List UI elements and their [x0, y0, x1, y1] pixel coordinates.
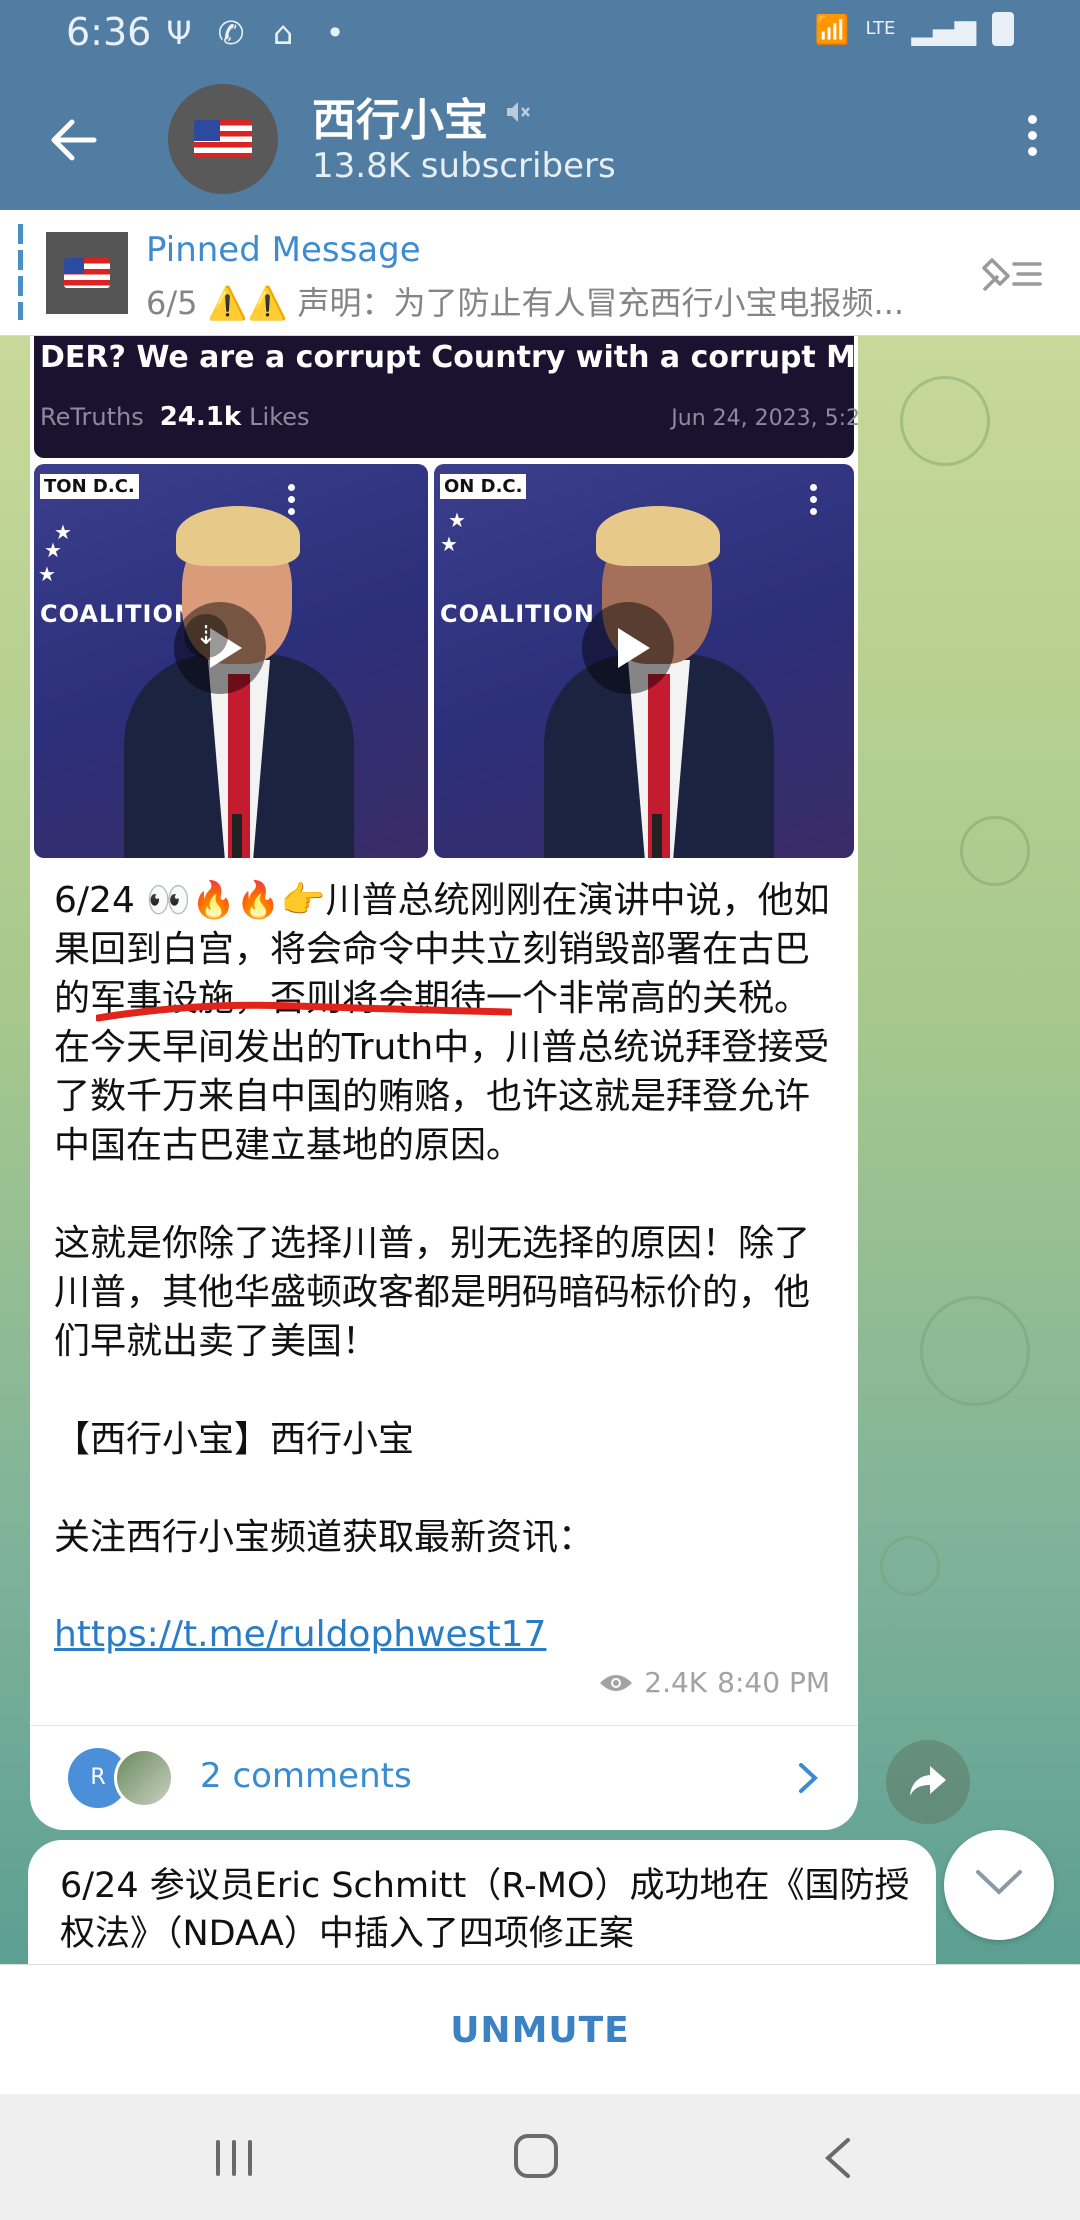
- likes-label: Likes: [249, 403, 310, 431]
- us-flag-icon: [64, 258, 110, 288]
- channel-link[interactable]: https://t.me/ruldophwest17: [54, 1614, 546, 1655]
- share-button[interactable]: [886, 1740, 970, 1824]
- pinned-message-bar[interactable]: Pinned Message 6/5 ⚠️⚠️ 声明：为了防止有人冒充西行小宝电…: [0, 210, 1080, 336]
- back-chevron-icon[interactable]: [822, 2136, 852, 2180]
- status-bar: 6:36 Ψ ✆ ⌂ • 📶 LTE ▂▄▆: [0, 0, 1080, 70]
- background-doodle: [960, 816, 1030, 886]
- commenter-avatar: [114, 1748, 174, 1808]
- chat-area[interactable]: DER? We are a corrupt Country with a cor…: [0, 336, 1080, 1964]
- play-icon[interactable]: [582, 602, 674, 694]
- retruths-label: ReTruths: [40, 403, 144, 431]
- views-eye-icon: [600, 1674, 633, 1691]
- video-more-icon[interactable]: [288, 484, 296, 520]
- home-icon[interactable]: [514, 2134, 558, 2178]
- share-arrow-icon: [910, 1766, 946, 1796]
- subscriber-count: 13.8K subscribers: [312, 146, 616, 186]
- bottom-action-bar: UNMUTE: [0, 1964, 1080, 2094]
- home-app-icon: ⌂: [272, 14, 294, 52]
- battery-icon: [992, 12, 1014, 46]
- comments-button[interactable]: R 2 comments: [30, 1725, 858, 1830]
- chevron-right-icon: [799, 1763, 818, 1793]
- us-flag-icon: [194, 120, 252, 158]
- message-bubble[interactable]: DER? We are a corrupt Country with a cor…: [30, 336, 858, 1830]
- tweet-screenshot-image[interactable]: DER? We are a corrupt Country with a cor…: [34, 336, 858, 458]
- chat-header: 西行小宝 13.8K subscribers: [0, 70, 1080, 210]
- whatsapp-icon: ✆: [217, 14, 245, 52]
- muted-speaker-icon: [507, 102, 530, 122]
- channel-title[interactable]: 西行小宝: [312, 84, 488, 148]
- download-icon[interactable]: ⇣: [184, 614, 228, 658]
- video-banner-text: ON D.C.: [440, 474, 527, 499]
- back-arrow-icon[interactable]: [44, 110, 104, 170]
- more-options-icon[interactable]: [1024, 110, 1040, 170]
- video-thumbnail-1[interactable]: TON D.C. ★ ★ ★ COALITION ⇣: [34, 464, 428, 858]
- status-right: 📶 LTE ▂▄▆: [815, 12, 1014, 46]
- status-time: 6:36: [66, 10, 152, 54]
- pinned-indicator: [18, 224, 23, 320]
- notification-icons: Ψ ✆ ⌂ •: [160, 14, 354, 52]
- red-underline-annotation: [96, 1001, 512, 1022]
- tweet-text: DER? We are a corrupt Country with a cor…: [40, 340, 858, 375]
- star-icon: ★: [44, 538, 62, 562]
- recent-apps-icon[interactable]: [212, 2138, 256, 2178]
- channel-avatar[interactable]: [168, 84, 278, 194]
- signal-icon: ▂▄▆: [911, 12, 976, 46]
- unmute-button[interactable]: UNMUTE: [0, 1965, 1080, 2095]
- next-message-text: 6/24 参议员Eric Schmitt（R-MO）成功地在《国防授权法》（ND…: [60, 1866, 910, 1954]
- pin-list-icon[interactable]: [978, 252, 1044, 296]
- next-message-bubble[interactable]: 6/24 参议员Eric Schmitt（R-MO）成功地在《国防授权法》（ND…: [28, 1840, 936, 1964]
- message-time: 8:40 PM: [717, 1666, 830, 1699]
- likes-count: 24.1k: [159, 402, 242, 432]
- system-navigation-bar: [0, 2094, 1080, 2220]
- comments-label: 2 comments: [200, 1756, 412, 1796]
- background-doodle: [920, 1296, 1030, 1406]
- video-thumbnail-2[interactable]: ON D.C. ★ ★ COALITION: [434, 464, 854, 858]
- wifi-icon: 📶: [814, 12, 850, 46]
- dot-icon: •: [325, 14, 345, 52]
- background-doodle: [880, 1536, 940, 1596]
- antenna-icon: Ψ: [166, 14, 192, 52]
- star-icon: ★: [38, 562, 56, 586]
- background-doodle: [900, 376, 990, 466]
- pinned-thumbnail: [46, 232, 128, 314]
- tweet-stats: ReTruths 24.1k Likes: [40, 402, 310, 432]
- chevron-down-icon: [976, 1870, 1022, 1895]
- star-icon: ★: [448, 508, 466, 532]
- pinned-preview-text: 6/5 ⚠️⚠️ 声明：为了防止有人冒充西行小宝电报频...: [146, 284, 905, 322]
- star-icon: ★: [440, 532, 458, 556]
- lte-indicator: LTE: [865, 18, 896, 39]
- tweet-date: Jun 24, 2023, 5:2: [671, 406, 858, 431]
- message-text: 6/24 👀🔥🔥👉川普总统刚刚在演讲中说，他如果回到白宫，将会命令中共立刻销毁部…: [54, 880, 830, 1558]
- view-count: 2.4K: [644, 1666, 708, 1699]
- scroll-down-button[interactable]: [944, 1830, 1054, 1940]
- message-meta: 2.4K 8:40 PM: [598, 1666, 830, 1699]
- video-more-icon[interactable]: [810, 484, 818, 520]
- pinned-title: Pinned Message: [146, 230, 421, 270]
